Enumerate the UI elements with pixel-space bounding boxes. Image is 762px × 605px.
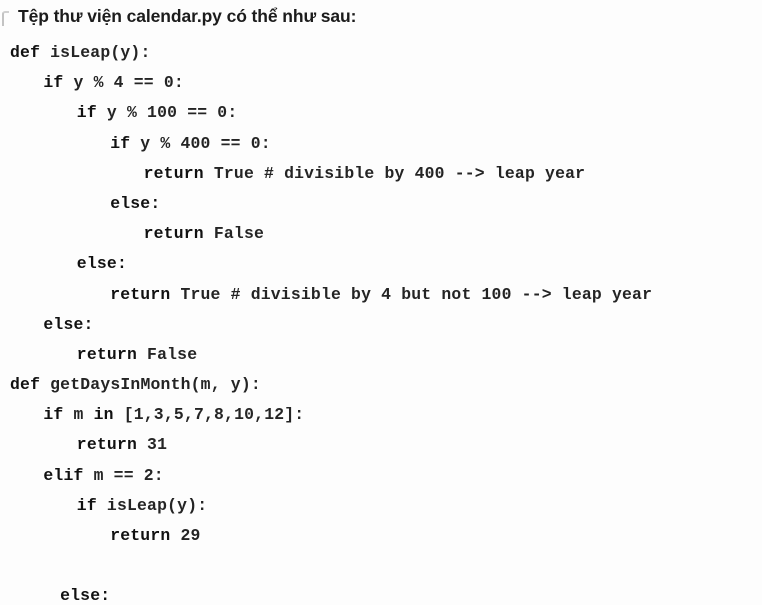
code-keyword: return — [76, 344, 138, 364]
code-text: 29 — [170, 526, 201, 545]
code-text: False — [137, 344, 198, 364]
code-line: return False — [0, 219, 762, 249]
code-keyword: if — [43, 405, 64, 425]
code-line: else: — [0, 249, 762, 279]
code-keyword: if — [43, 73, 64, 93]
code-line: return True # divisible by 4 but not 100… — [0, 280, 762, 310]
code-text: y % 4 == 0: — [63, 73, 184, 93]
code-keyword: else: — [110, 193, 161, 213]
code-line: return True # divisible by 400 --> leap … — [0, 159, 762, 189]
code-line: def getDaysInMonth(m, y): — [0, 370, 762, 400]
code-text: isLeap(y): — [40, 43, 151, 62]
code-line — [0, 551, 762, 581]
code-keyword: return — [143, 224, 204, 244]
code-keyword: return — [143, 163, 204, 183]
code-line: if y % 100 == 0: — [0, 98, 762, 128]
code-line: if m in [1,3,5,7,8,10,12]: — [0, 400, 762, 430]
code-text: False — [203, 224, 265, 244]
code-text: True # divisible by 4 but not 100 --> le… — [170, 284, 653, 304]
code-keyword: if — [76, 103, 97, 123]
code-line: if y % 400 == 0: — [0, 129, 762, 159]
code-text: y % 400 == 0: — [130, 133, 271, 153]
code-keyword: else: — [60, 586, 111, 605]
python-code-block: def isLeap(y): if y % 4 == 0: if y % 100 =… — [0, 38, 762, 605]
code-line: else: — [0, 310, 762, 340]
code-keyword: def — [10, 375, 41, 395]
code-keyword: elif — [43, 465, 84, 485]
code-text: y % 100 == 0: — [96, 103, 238, 123]
code-line: return 31 — [0, 430, 762, 460]
code-keyword: if — [110, 133, 131, 153]
code-text: m == 2: — [83, 465, 164, 485]
code-text: [1,3,5,7,8,10,12]: — [113, 405, 305, 425]
document-page: Tệp thư viện calendar.py có thể như sau:… — [0, 0, 762, 605]
code-keyword: return — [76, 435, 138, 455]
code-keyword: return — [110, 526, 171, 545]
page-caption: Tệp thư viện calendar.py có thể như sau: — [18, 6, 357, 26]
code-line: return False — [0, 340, 762, 370]
code-line: elif m == 2: — [0, 461, 762, 491]
code-text: m — [63, 405, 94, 425]
code-keyword: def — [10, 43, 41, 62]
code-text: 31 — [137, 435, 168, 455]
code-line: return 29 — [0, 521, 762, 551]
code-line: if y % 4 == 0: — [0, 68, 762, 98]
list-bullet-icon — [2, 11, 9, 26]
code-line: def isLeap(y): — [0, 38, 762, 68]
code-text: isLeap(y): — [96, 495, 208, 515]
code-keyword: in — [93, 405, 114, 425]
code-keyword: else: — [76, 254, 127, 274]
code-line: if isLeap(y): — [0, 491, 762, 521]
code-line: else: — [0, 189, 762, 219]
code-line: else: — [0, 581, 762, 605]
code-keyword: else: — [43, 314, 94, 334]
code-keyword: if — [76, 495, 97, 515]
code-text: getDaysInMonth(m, y): — [40, 375, 261, 395]
code-keyword: return — [110, 284, 171, 304]
code-text: True # divisible by 400 --> leap year — [203, 163, 586, 183]
